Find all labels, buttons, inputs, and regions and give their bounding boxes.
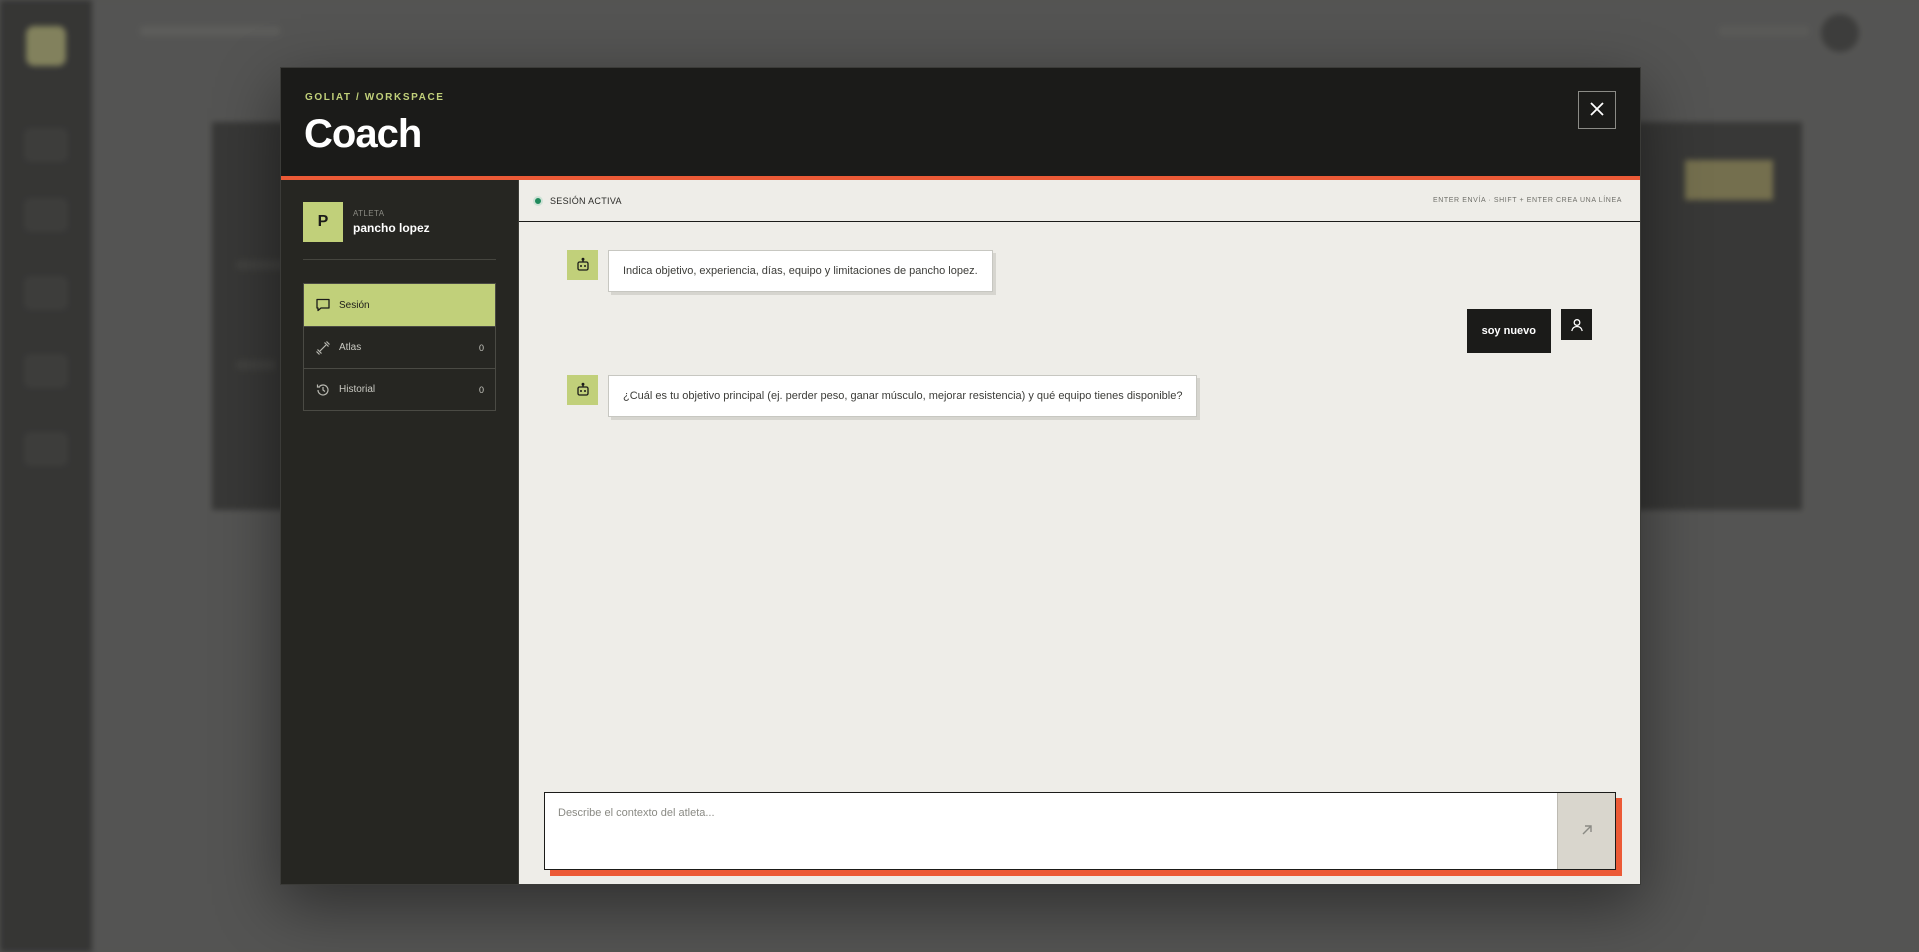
athlete-card: P ATLETA pancho lopez bbox=[303, 202, 430, 242]
sidebar-nav: Sesión Atlas 0 Historial 0 bbox=[303, 283, 496, 411]
close-icon bbox=[1590, 101, 1604, 119]
history-icon bbox=[315, 382, 331, 398]
chat-bubble-icon bbox=[315, 297, 331, 313]
page-title: Coach bbox=[304, 112, 422, 156]
message-composer bbox=[544, 792, 1616, 870]
bot-message-text: ¿Cuál es tu objetivo principal (ej. perd… bbox=[608, 375, 1198, 417]
bot-message-text: Indica objetivo, experiencia, días, equi… bbox=[608, 250, 993, 292]
sidebar-item-sesion[interactable]: Sesión bbox=[304, 284, 495, 326]
athlete-meta: ATLETA pancho lopez bbox=[353, 209, 430, 235]
close-button[interactable] bbox=[1578, 91, 1616, 129]
bot-message: Indica objetivo, experiencia, días, equi… bbox=[567, 250, 993, 292]
modal-header: GOLIAT / WORKSPACE Coach bbox=[281, 68, 1640, 180]
sidebar-item-label: Atlas bbox=[339, 342, 362, 353]
sidebar-item-label: Historial bbox=[339, 384, 376, 395]
bot-message: ¿Cuál es tu objetivo principal (ej. perd… bbox=[567, 375, 1198, 417]
sidebar-item-count: 0 bbox=[478, 384, 484, 395]
keyboard-hint: ENTER ENVÍA · SHIFT + ENTER CREA UNA LÍN… bbox=[1432, 197, 1622, 204]
user-icon bbox=[1561, 309, 1592, 340]
sidebar-item-historial[interactable]: Historial 0 bbox=[304, 368, 495, 410]
status-dot-icon bbox=[533, 195, 543, 206]
session-status-bar: SESIÓN ACTIVA ENTER ENVÍA · SHIFT + ENTE… bbox=[519, 180, 1640, 222]
sidebar-item-label: Sesión bbox=[339, 299, 370, 311]
breadcrumb: GOLIAT / WORKSPACE bbox=[305, 92, 445, 103]
robot-icon bbox=[567, 250, 598, 280]
send-button[interactable] bbox=[1557, 793, 1615, 869]
sidebar-item-atlas[interactable]: Atlas 0 bbox=[304, 326, 495, 368]
chat-panel: SESIÓN ACTIVA ENTER ENVÍA · SHIFT + ENTE… bbox=[519, 180, 1640, 884]
athlete-name: pancho lopez bbox=[353, 221, 430, 235]
user-message: soy nuevo bbox=[1466, 309, 1592, 353]
user-message-text: soy nuevo bbox=[1466, 309, 1551, 353]
message-input[interactable] bbox=[545, 793, 1557, 869]
avatar: P bbox=[303, 202, 343, 242]
coach-modal: GOLIAT / WORKSPACE Coach P ATLETA pancho… bbox=[280, 67, 1641, 885]
divider bbox=[303, 259, 496, 260]
dumbbell-icon bbox=[315, 340, 331, 356]
sidebar-item-count: 0 bbox=[478, 342, 484, 353]
robot-icon bbox=[567, 375, 598, 405]
athlete-role: ATLETA bbox=[353, 209, 385, 218]
status-text: SESIÓN ACTIVA bbox=[550, 195, 622, 206]
coach-sidebar: P ATLETA pancho lopez Sesión Atlas 0 His… bbox=[281, 180, 519, 884]
arrow-up-right-icon bbox=[1580, 823, 1594, 840]
